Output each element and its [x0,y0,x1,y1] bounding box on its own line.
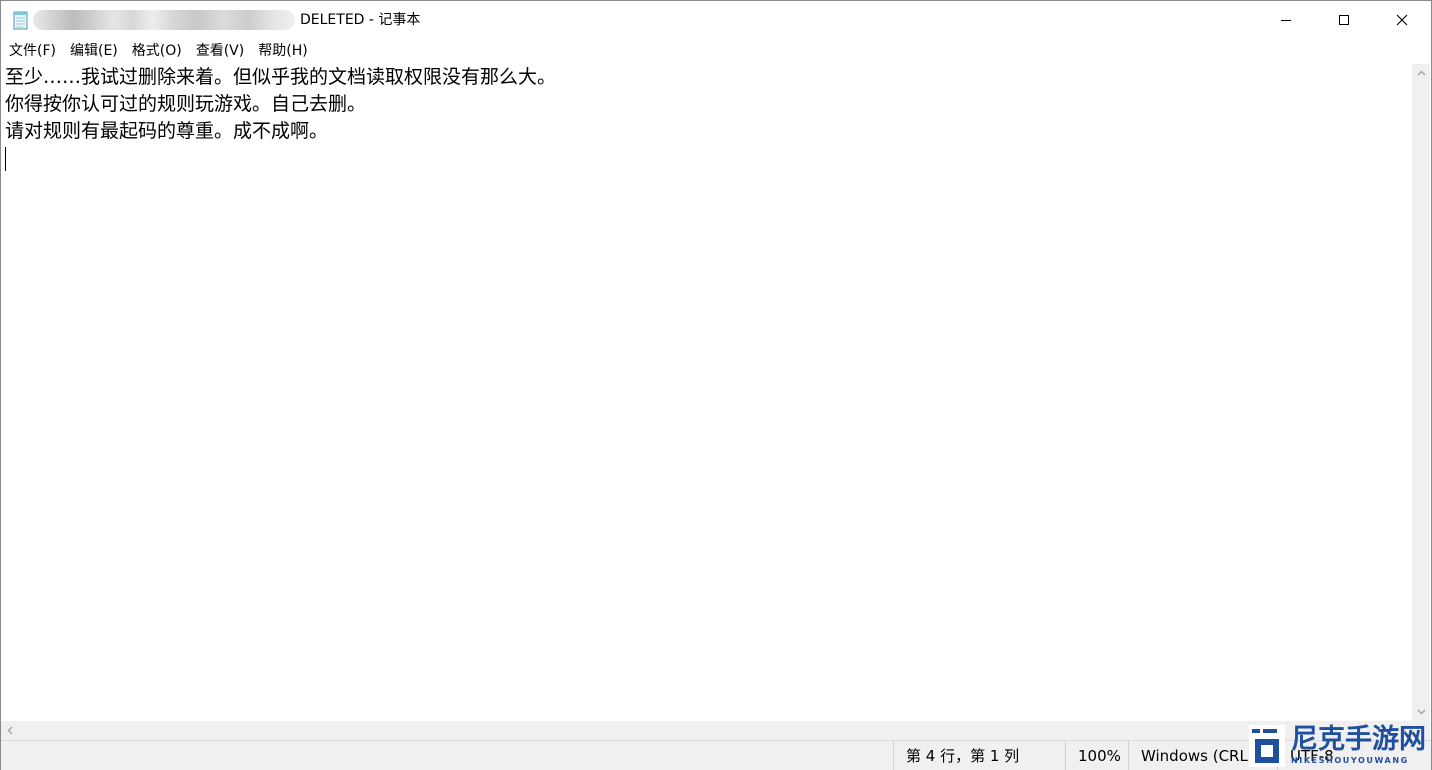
maximize-button[interactable] [1315,1,1373,38]
chevron-up-icon [1417,70,1425,76]
watermark-subtitle: NIKESHOUYOUWANG [1291,756,1409,765]
menu-help[interactable]: 帮助(H) [251,39,314,64]
close-icon [1396,14,1408,25]
title-bar[interactable]: DELETED - 记事本 [1,1,1431,38]
menu-view[interactable]: 查看(V) [189,39,252,64]
text-line: 你得按你认可过的规则玩游戏。自己去删。 [5,93,367,115]
menu-bar: 文件(F) 编辑(E) 格式(O) 查看(V) 帮助(H) [1,39,1431,64]
minimize-button[interactable] [1257,1,1315,38]
notepad-icon [13,11,28,30]
window-title: DELETED - 记事本 [300,12,421,28]
scroll-up-button[interactable] [1412,64,1430,82]
vertical-scrollbar[interactable] [1412,64,1430,721]
scroll-left-button[interactable] [1,721,19,740]
text-line: 请对规则有最起码的尊重。成不成啊。 [5,120,329,142]
watermark-logo-icon [1249,725,1285,767]
maximize-icon [1339,14,1349,25]
status-zoom-level: 100% [1065,741,1129,770]
text-caret [5,147,6,171]
blurred-filename [33,10,295,30]
text-line [5,145,1412,172]
chevron-down-icon [1417,709,1425,715]
watermark-name: 尼克手游网 [1291,724,1426,755]
status-bar: 第 4 行，第 1 列 100% Windows (CRLF) UTF-8 [1,740,1431,770]
menu-format[interactable]: 格式(O) [125,39,189,64]
site-watermark: 尼克手游网 NIKESHOUYOUWANG [1249,723,1431,769]
menu-file[interactable]: 文件(F) [1,39,63,64]
menu-edit[interactable]: 编辑(E) [63,39,125,64]
notepad-window: DELETED - 记事本 文件(F) 编辑(E) 格式(O) 查看(V) 帮助… [0,0,1432,770]
close-button[interactable] [1373,1,1431,38]
horizontal-scrollbar[interactable] [1,721,1412,740]
status-cursor-position: 第 4 行，第 1 列 [893,741,1063,770]
minimize-icon [1281,19,1291,21]
chevron-left-icon [7,726,13,735]
text-editor[interactable]: 至少……我试过删除来着。但似乎我的文档读取权限没有那么大。 你得按你认可过的规则… [1,64,1412,721]
scroll-down-button[interactable] [1412,703,1430,721]
text-line: 至少……我试过删除来着。但似乎我的文档读取权限没有那么大。 [5,66,557,88]
